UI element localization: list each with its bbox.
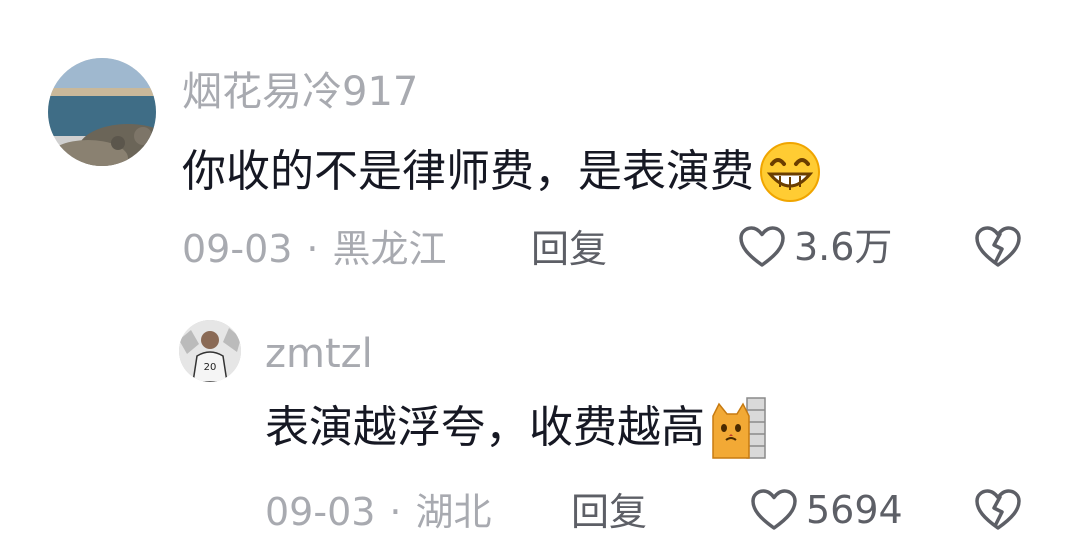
meta-separator: · [389, 490, 402, 534]
reply-meta: 09-03 · 湖北 [265, 493, 492, 531]
cat-behind-wall-emoji [709, 396, 767, 460]
broken-heart-icon [975, 489, 1021, 530]
dislike-button[interactable] [974, 488, 1022, 532]
reply-item: 20 zmtzl 表演越浮夸，收费越高 09-03 · 湖北 回复 5694 [0, 290, 1080, 554]
comment-text: 你收的不是律师费，是表演费 [182, 140, 822, 204]
reply-date: 09-03 [265, 490, 376, 534]
comment-username[interactable]: 烟花易冷917 [182, 72, 418, 112]
svg-text:20: 20 [204, 362, 217, 373]
like-button[interactable]: 5694 [750, 488, 903, 532]
avatar-image [48, 58, 156, 166]
comment-item: 烟花易冷917 你收的不是律师费，是表演费 09-03 · 黑龙江 回复 3.6… [0, 0, 1080, 290]
like-count: 5694 [806, 488, 903, 532]
heart-outline-icon [739, 226, 785, 267]
dislike-button[interactable] [974, 225, 1022, 269]
broken-heart-icon [975, 226, 1021, 267]
avatar[interactable] [48, 58, 156, 166]
like-count: 3.6万 [794, 225, 893, 269]
comment-text-body: 你收的不是律师费，是表演费 [182, 146, 754, 197]
comment-location: 黑龙江 [332, 227, 447, 271]
reply-text: 表演越浮夸，收费越高 [265, 396, 767, 460]
reply-button[interactable]: 回复 [571, 493, 647, 531]
heart-outline-icon [751, 489, 797, 530]
avatar[interactable]: 20 [179, 320, 241, 382]
like-button[interactable]: 3.6万 [738, 225, 892, 269]
avatar-image: 20 [179, 320, 241, 382]
comment-date: 09-03 [182, 227, 293, 271]
grinning-face-emoji [758, 140, 822, 204]
reply-button[interactable]: 回复 [531, 230, 607, 268]
reply-location: 湖北 [415, 490, 492, 534]
reply-text-body: 表演越浮夸，收费越高 [265, 402, 705, 453]
reply-username[interactable]: zmtzl [265, 334, 373, 374]
meta-separator: · [306, 227, 319, 271]
comment-meta: 09-03 · 黑龙江 [182, 230, 447, 268]
